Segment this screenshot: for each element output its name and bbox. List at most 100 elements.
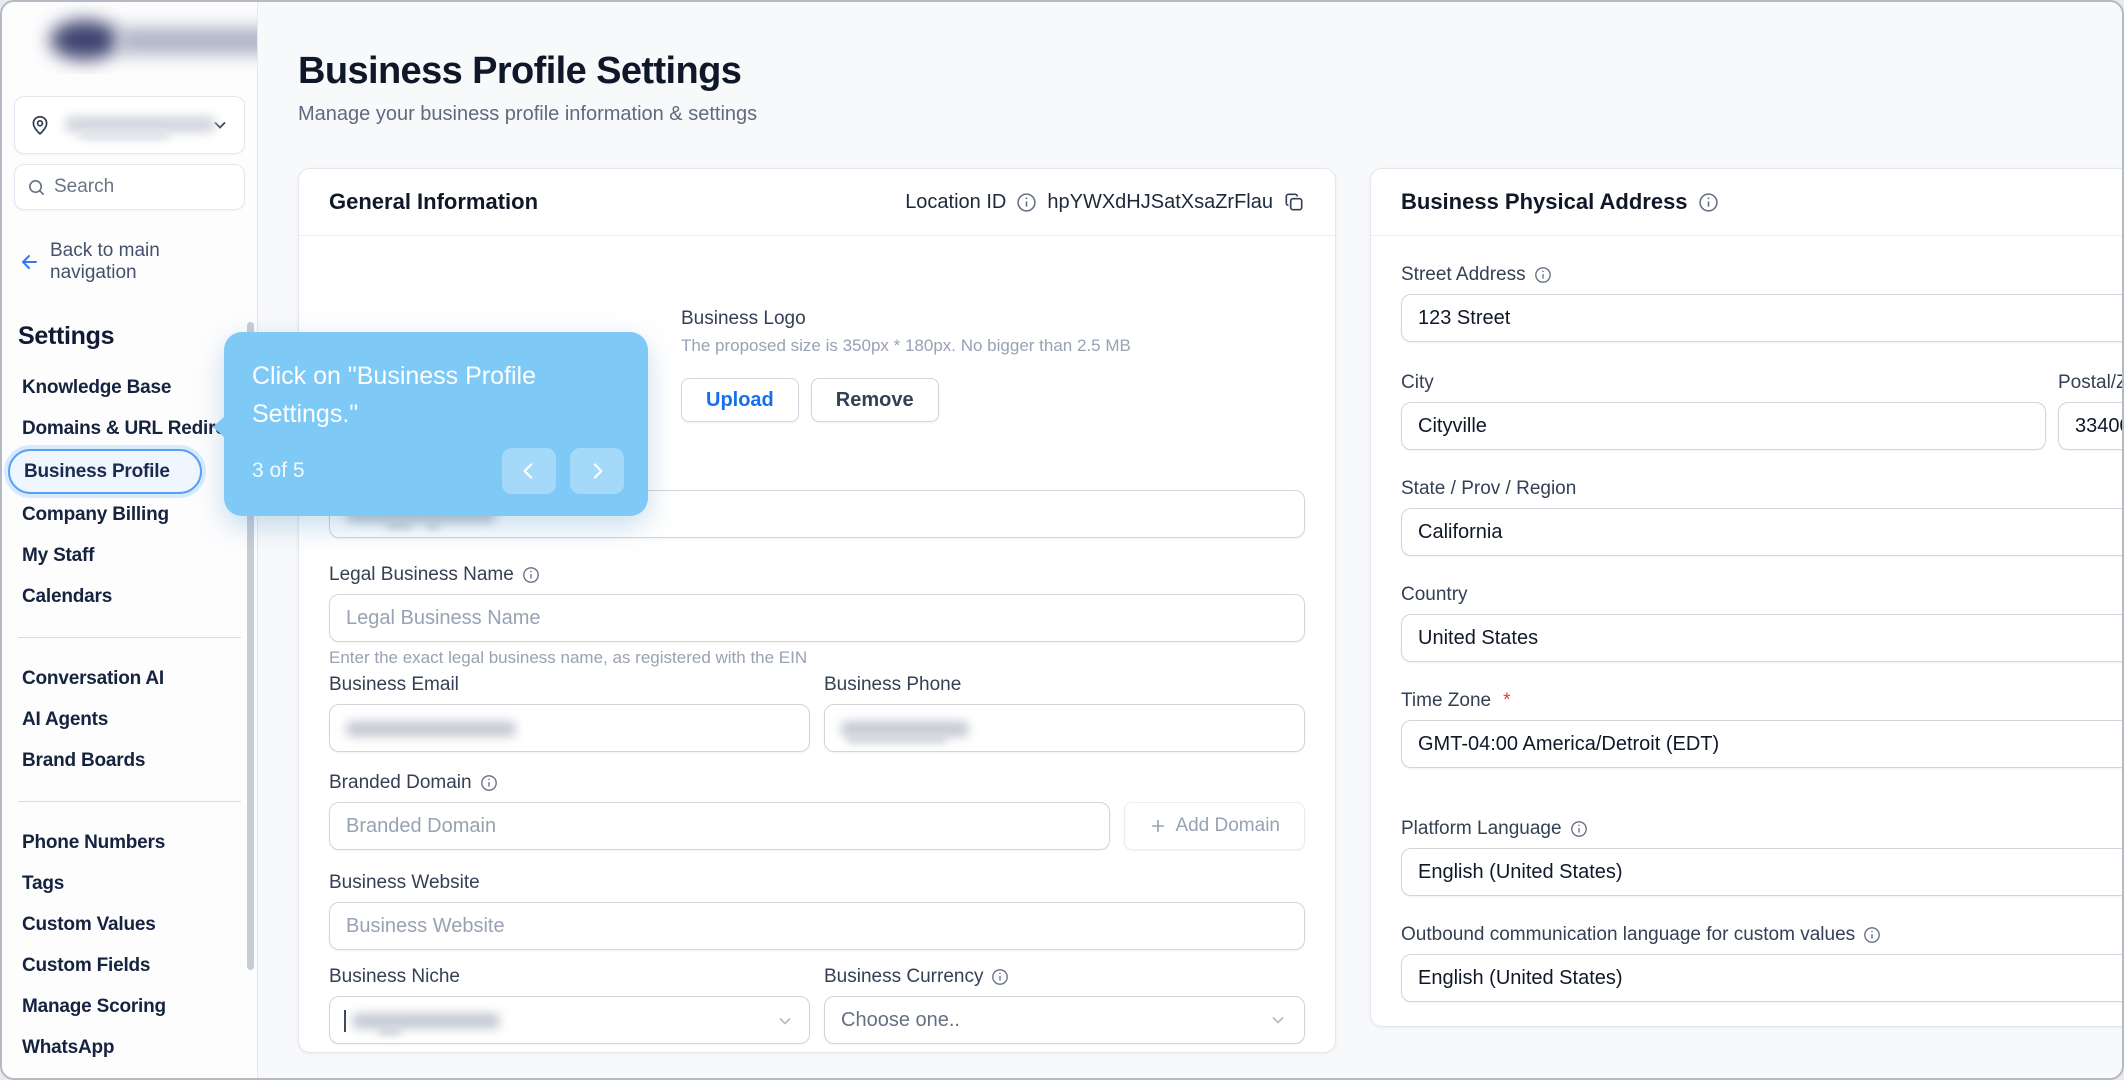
location-name-blurred xyxy=(61,116,215,140)
outbound-language-row: Outbound communication language for cust… xyxy=(1401,924,2122,1002)
logo-buttons: Upload Remove xyxy=(681,378,1131,422)
address-card-body: Street Address City xyxy=(1371,264,2122,1002)
business-website-label: Business Website xyxy=(329,872,480,893)
business-niche-select[interactable] xyxy=(329,996,810,1044)
remove-button[interactable]: Remove xyxy=(810,378,939,422)
postal-label: Postal/Zip xyxy=(2058,372,2122,393)
street-address-input[interactable] xyxy=(1401,294,2122,342)
sidebar-search xyxy=(14,164,328,210)
business-phone-label: Business Phone xyxy=(824,674,962,695)
info-icon[interactable] xyxy=(522,566,540,584)
sidebar-item-business-profile[interactable]: Business Profile xyxy=(8,449,202,494)
info-icon[interactable] xyxy=(1698,192,1719,213)
country-select[interactable] xyxy=(1401,614,2122,662)
outbound-language-select[interactable] xyxy=(1401,954,2122,1002)
outbound-language-label: Outbound communication language for cust… xyxy=(1401,924,1856,945)
tour-prev-button[interactable] xyxy=(502,448,556,494)
timezone-select[interactable] xyxy=(1401,720,2122,768)
settings-nav: Knowledge Base Domains & URL Redirects B… xyxy=(2,367,257,1079)
info-icon[interactable] xyxy=(1016,192,1037,213)
branded-domain-label: Branded Domain xyxy=(329,772,472,793)
business-website-row: Business Website xyxy=(329,872,1305,950)
business-email-input[interactable] xyxy=(329,704,810,752)
business-logo-helper: The proposed size is 350px * 180px. No b… xyxy=(681,336,1131,355)
info-icon[interactable] xyxy=(480,774,498,792)
sidebar-item-brand-boards[interactable]: Brand Boards xyxy=(2,740,257,781)
tour-next-button[interactable] xyxy=(570,448,624,494)
sidebar-item-manage-scoring[interactable]: Manage Scoring xyxy=(2,986,257,1027)
logo-blurred-mark xyxy=(50,20,120,60)
general-information-header: General Information Location ID hpYWXdHJ… xyxy=(299,169,1335,236)
business-currency-select[interactable]: Choose one.. xyxy=(824,996,1305,1044)
sidebar-heading: Settings xyxy=(18,322,115,350)
state-label: State / Prov / Region xyxy=(1401,478,1577,499)
general-information-title: General Information xyxy=(329,189,539,214)
business-currency-label: Business Currency xyxy=(824,966,984,987)
business-logo-block: Business Logo The proposed size is 350px… xyxy=(681,308,1131,422)
location-id-row: Location ID hpYWXdHJSatXsaZrFlau xyxy=(905,191,1305,214)
branded-domain-input[interactable] xyxy=(329,802,1111,850)
platform-language-select[interactable] xyxy=(1401,848,2122,896)
business-phone-field: Business Phone xyxy=(824,674,1305,752)
general-information-card: General Information Location ID hpYWXdHJ… xyxy=(298,168,1336,1053)
city-input[interactable] xyxy=(1401,402,2046,450)
nav-divider xyxy=(18,801,241,802)
legal-business-name-input[interactable] xyxy=(329,594,1305,642)
branded-domain-row: Branded Domain Branded Domain Add Domain xyxy=(329,772,1305,850)
postal-input[interactable] xyxy=(2058,402,2122,450)
sidebar-item-email-services[interactable]: Email Services xyxy=(2,1068,257,1079)
add-domain-button[interactable]: Add Domain xyxy=(1124,802,1305,850)
postal-field: Postal/Zip xyxy=(2058,372,2122,450)
info-icon[interactable] xyxy=(1863,926,1881,944)
platform-language-label: Platform Language xyxy=(1401,818,1562,839)
copy-icon[interactable] xyxy=(1283,191,1305,213)
back-to-main-navigation[interactable]: Back to main navigation xyxy=(18,240,241,284)
business-website-input[interactable] xyxy=(329,902,1305,950)
back-link-label: Back to main navigation xyxy=(50,240,160,283)
platform-language-row: Platform Language xyxy=(1401,818,2122,896)
sidebar-item-custom-values[interactable]: Custom Values xyxy=(2,904,257,945)
nav-divider xyxy=(18,637,241,638)
timezone-row: Time Zone * xyxy=(1401,690,2122,768)
business-email-label: Business Email xyxy=(329,674,459,695)
required-asterisk: * xyxy=(1503,690,1511,711)
sidebar-item-knowledge-base[interactable]: Knowledge Base xyxy=(2,367,257,408)
business-currency-field: Business Currency Choose one.. xyxy=(824,966,1305,1044)
sidebar-item-conversation-ai[interactable]: Conversation AI xyxy=(2,658,257,699)
email-phone-row: Business Email Business Phone xyxy=(329,674,1305,752)
sidebar-item-calendars[interactable]: Calendars xyxy=(2,576,257,617)
info-icon[interactable] xyxy=(1534,266,1552,284)
location-switcher[interactable] xyxy=(14,96,245,154)
map-pin-icon xyxy=(29,114,51,136)
business-phone-input[interactable] xyxy=(824,704,1305,752)
arrow-left-icon xyxy=(18,251,40,273)
tooltip-pointer xyxy=(213,416,225,438)
sidebar-item-whatsapp[interactable]: WhatsApp xyxy=(2,1027,257,1068)
upload-button[interactable]: Upload xyxy=(681,378,799,422)
address-card-title: Business Physical Address xyxy=(1401,189,1688,214)
page-title: Business Profile Settings xyxy=(298,50,742,92)
settings-sidebar: Back to main navigation Settings Knowled… xyxy=(2,2,328,1079)
sidebar-item-my-staff[interactable]: My Staff xyxy=(2,535,257,576)
business-email-field: Business Email xyxy=(329,674,810,752)
sidebar-item-company-billing[interactable]: Company Billing xyxy=(2,494,257,535)
legal-business-name-helper: Enter the exact legal business name, as … xyxy=(329,648,808,667)
sidebar-item-tags[interactable]: Tags xyxy=(2,863,257,904)
business-logo-label: Business Logo xyxy=(681,308,806,329)
street-address-row: Street Address xyxy=(1401,264,2122,342)
location-id-value: hpYWXdHJSatXsaZrFlau xyxy=(1047,190,1273,213)
chevron-down-icon xyxy=(775,1011,795,1031)
info-icon[interactable] xyxy=(1570,820,1588,838)
tour-text: Click on "Business Profile Settings." xyxy=(252,362,536,428)
state-row: State / Prov / Region xyxy=(1401,478,2122,556)
main-content: Business Profile Settings Manage your bu… xyxy=(258,2,2122,1078)
business-niche-field: Business Niche xyxy=(329,966,810,1044)
info-icon[interactable] xyxy=(991,968,1009,986)
city-label: City xyxy=(1401,372,1434,393)
sidebar-item-ai-agents[interactable]: AI Agents xyxy=(2,699,257,740)
state-input[interactable] xyxy=(1401,508,2122,556)
street-address-label: Street Address xyxy=(1401,264,1526,285)
tour-tooltip: Click on "Business Profile Settings." 3 … xyxy=(213,332,648,516)
sidebar-item-phone-numbers[interactable]: Phone Numbers xyxy=(2,822,257,863)
sidebar-item-custom-fields[interactable]: Custom Fields xyxy=(2,945,257,986)
